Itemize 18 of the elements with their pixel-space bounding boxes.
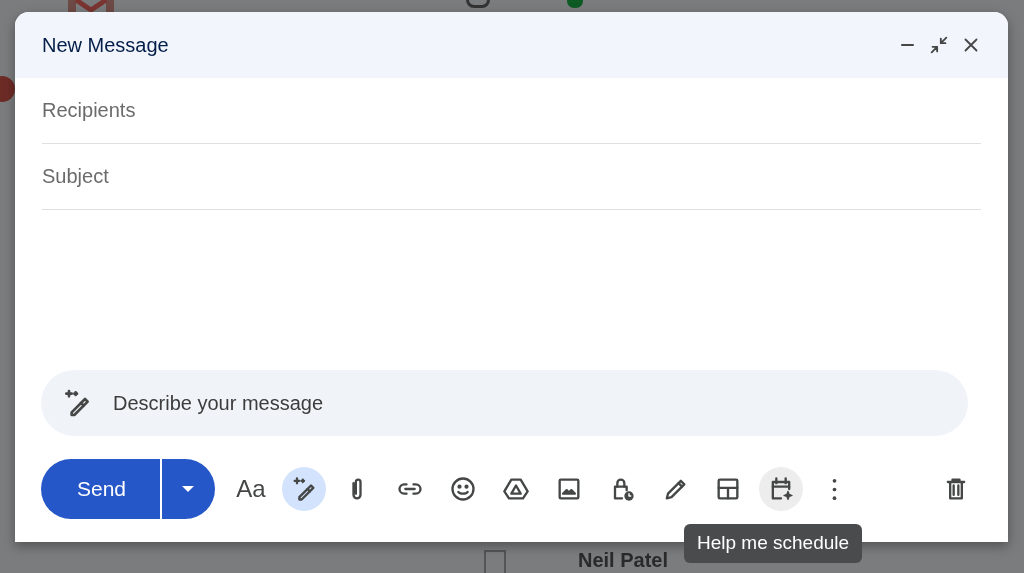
prompt-input[interactable]: Describe your message — [113, 388, 968, 418]
minimize-icon — [900, 44, 914, 46]
calendar-sparkle-button[interactable] — [759, 467, 803, 511]
tooltip: Help me schedule — [684, 524, 863, 563]
caret-icon — [180, 485, 195, 493]
email-sender: Neil Patel — [578, 548, 669, 572]
window-title: New Message — [42, 33, 169, 58]
subject-field[interactable]: Subject — [42, 144, 981, 210]
prompt-field[interactable]: Describe your message — [41, 370, 968, 436]
smiley-icon — [449, 475, 477, 503]
more-icon — [831, 478, 837, 500]
checkbox-icon — [483, 549, 507, 573]
send-button[interactable]: Send — [41, 459, 160, 519]
logo-icon — [66, 0, 116, 12]
recipients-field[interactable]: Recipients — [42, 78, 981, 144]
format-button[interactable]: Aa — [229, 467, 273, 511]
collapse-icon — [928, 34, 950, 56]
pen-sparkle-button[interactable] — [282, 467, 326, 511]
